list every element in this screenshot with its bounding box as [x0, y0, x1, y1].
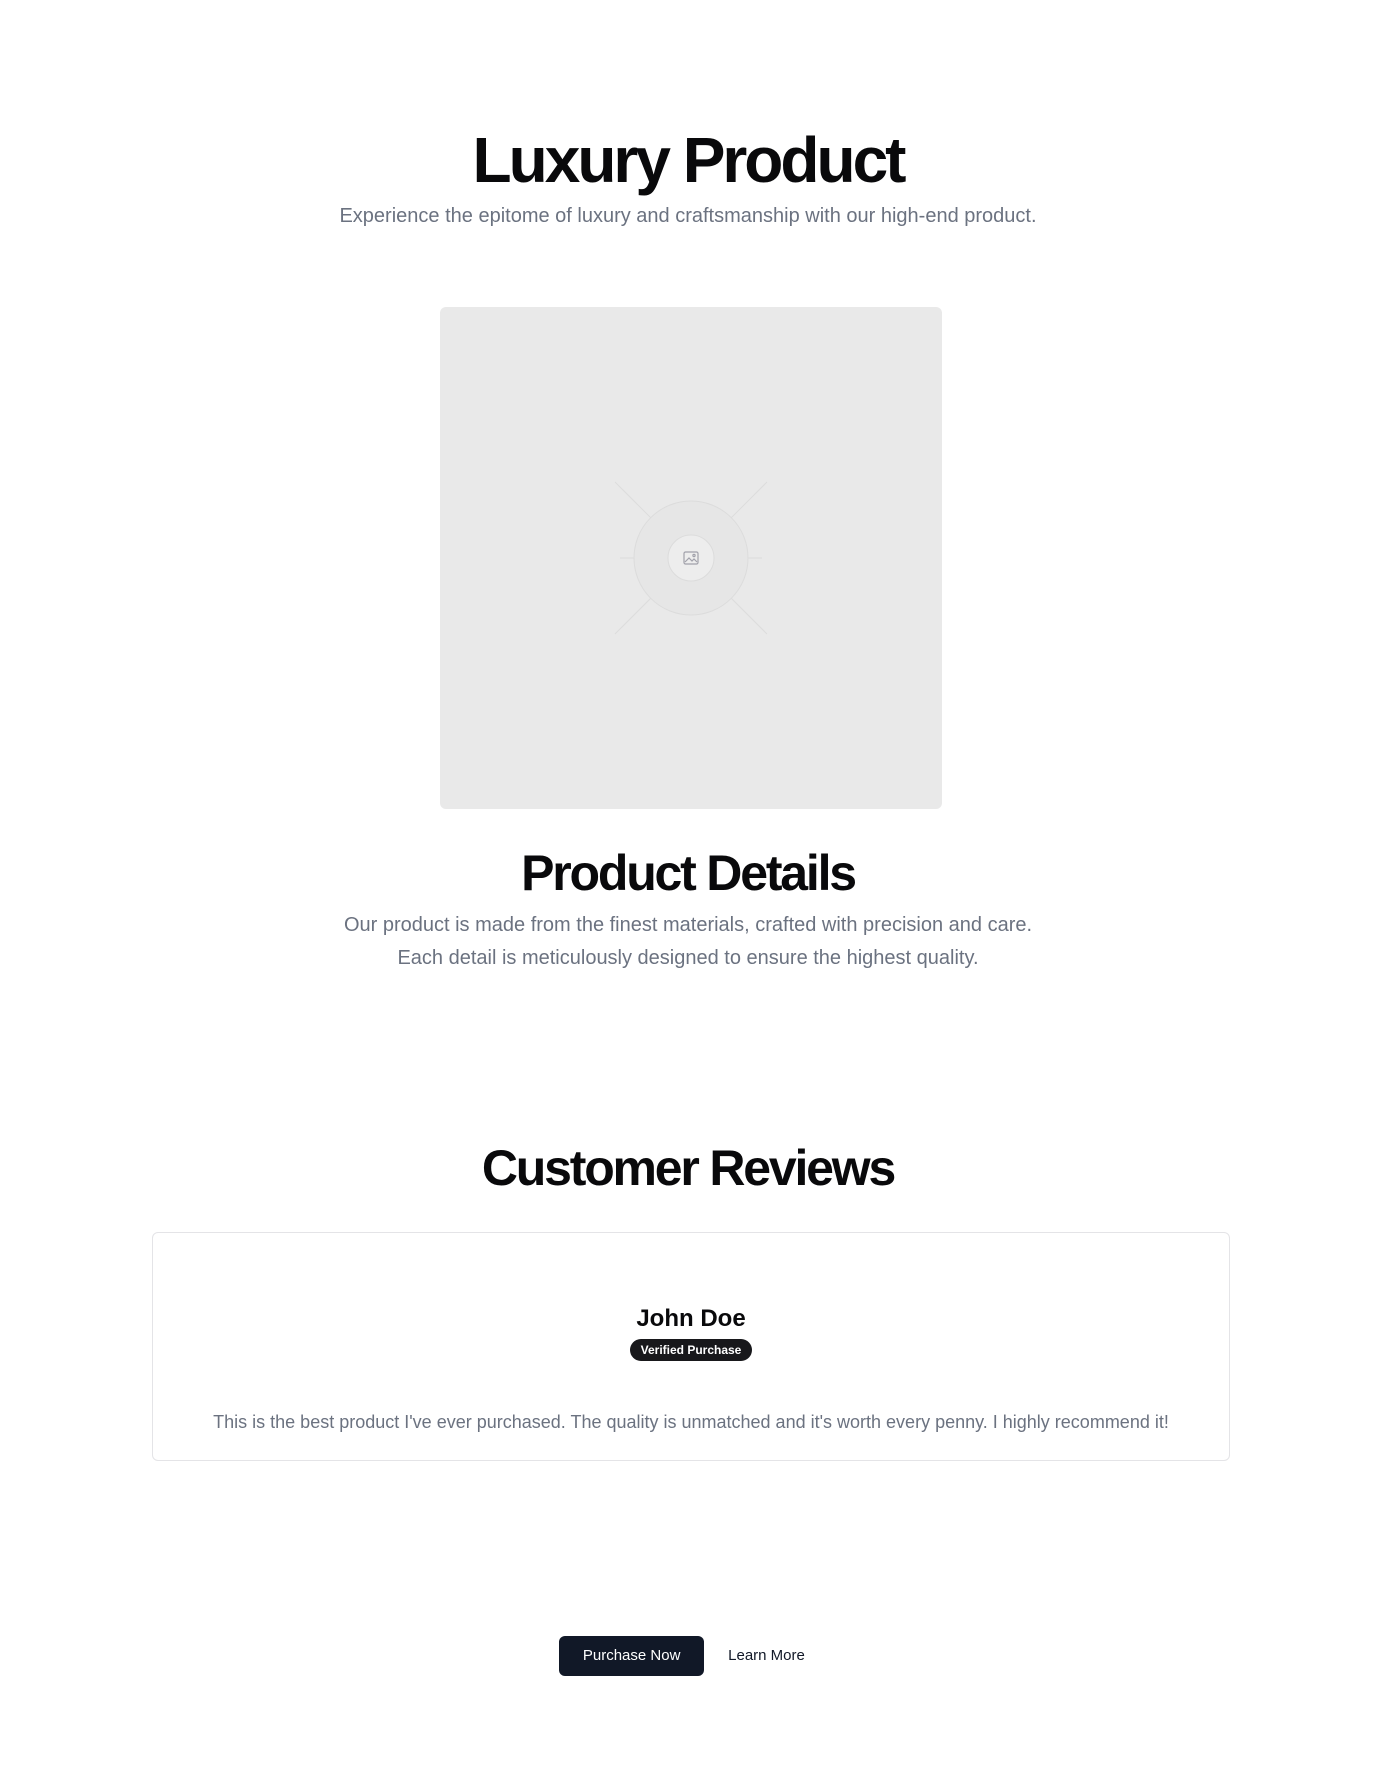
- purchase-now-button[interactable]: Purchase Now: [559, 1636, 705, 1676]
- verified-purchase-badge: Verified Purchase: [629, 1339, 753, 1361]
- details-title: Product Details: [521, 845, 857, 901]
- review-card: John Doe Verified Purchase This is the b…: [152, 1232, 1230, 1461]
- product-page: Luxury Product Experience the epitome of…: [0, 0, 1376, 1792]
- reviewer-name: John Doe: [636, 1305, 746, 1332]
- details-description: Our product is made from the finest mate…: [343, 914, 1033, 969]
- learn-more-button[interactable]: Learn More: [716, 1636, 817, 1676]
- review-text: This is the best product I've ever purch…: [213, 1412, 1169, 1432]
- product-image: [440, 307, 942, 809]
- page-title: Luxury Product: [472, 124, 907, 196]
- action-buttons: Purchase Now Learn More: [0, 1636, 1376, 1676]
- hero-subtitle: Experience the epitome of luxury and cra…: [339, 205, 1037, 227]
- badge-container: Verified Purchase: [153, 1339, 1229, 1361]
- image-placeholder-icon: [614, 481, 768, 635]
- reviews-title: Customer Reviews: [481, 1140, 896, 1196]
